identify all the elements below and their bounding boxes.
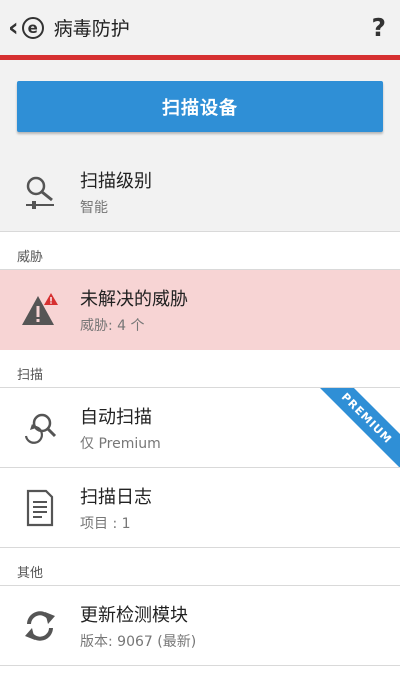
scan-log-count: 项目 : 1 (80, 515, 131, 532)
update-modules-item[interactable]: 更新检测模块 版本: 9067 (最新) (0, 586, 400, 666)
auto-scan-item[interactable]: 自动扫描 仅 Premium PREMIUM (0, 388, 400, 468)
chevron-left-icon: ‹ (8, 12, 19, 43)
section-header-threats: 威胁 (0, 232, 400, 270)
premium-ribbon: PREMIUM (312, 388, 400, 467)
unresolved-threats-item[interactable]: 未解决的威胁 威胁: 4 个 (0, 270, 400, 350)
scan-level-value: 智能 (80, 199, 108, 216)
help-icon[interactable]: ? (371, 13, 386, 42)
magnifier-slider-icon (0, 174, 80, 210)
module-version: 版本: 9067 (最新) (80, 633, 197, 650)
back-button[interactable]: ‹ e (8, 15, 44, 41)
refresh-icon (0, 607, 80, 645)
app-header: ‹ e 病毒防护 ? (0, 0, 400, 55)
document-icon (0, 489, 80, 527)
scan-area: 扫描设备 (0, 60, 400, 152)
section-header-other: 其他 (0, 548, 400, 586)
section-header-scan: 扫描 (0, 350, 400, 388)
scan-level-item[interactable]: 扫描级别 智能 (0, 152, 400, 232)
update-modules-title: 更新检测模块 (80, 604, 188, 626)
warning-icon (0, 292, 80, 328)
auto-scan-subtitle: 仅 Premium (80, 435, 161, 452)
scan-log-item[interactable]: 扫描日志 项目 : 1 (0, 468, 400, 548)
scan-log-title: 扫描日志 (80, 486, 152, 508)
scan-level-title: 扫描级别 (80, 170, 152, 192)
auto-scan-icon (0, 410, 80, 446)
unresolved-threats-title: 未解决的威胁 (80, 289, 188, 310)
app-logo: e (21, 16, 44, 39)
page-title: 病毒防护 (53, 18, 130, 40)
threat-count: 威胁: 4 个 (80, 318, 145, 334)
auto-scan-title: 自动扫描 (80, 406, 152, 428)
scan-device-button[interactable]: 扫描设备 (17, 81, 383, 132)
